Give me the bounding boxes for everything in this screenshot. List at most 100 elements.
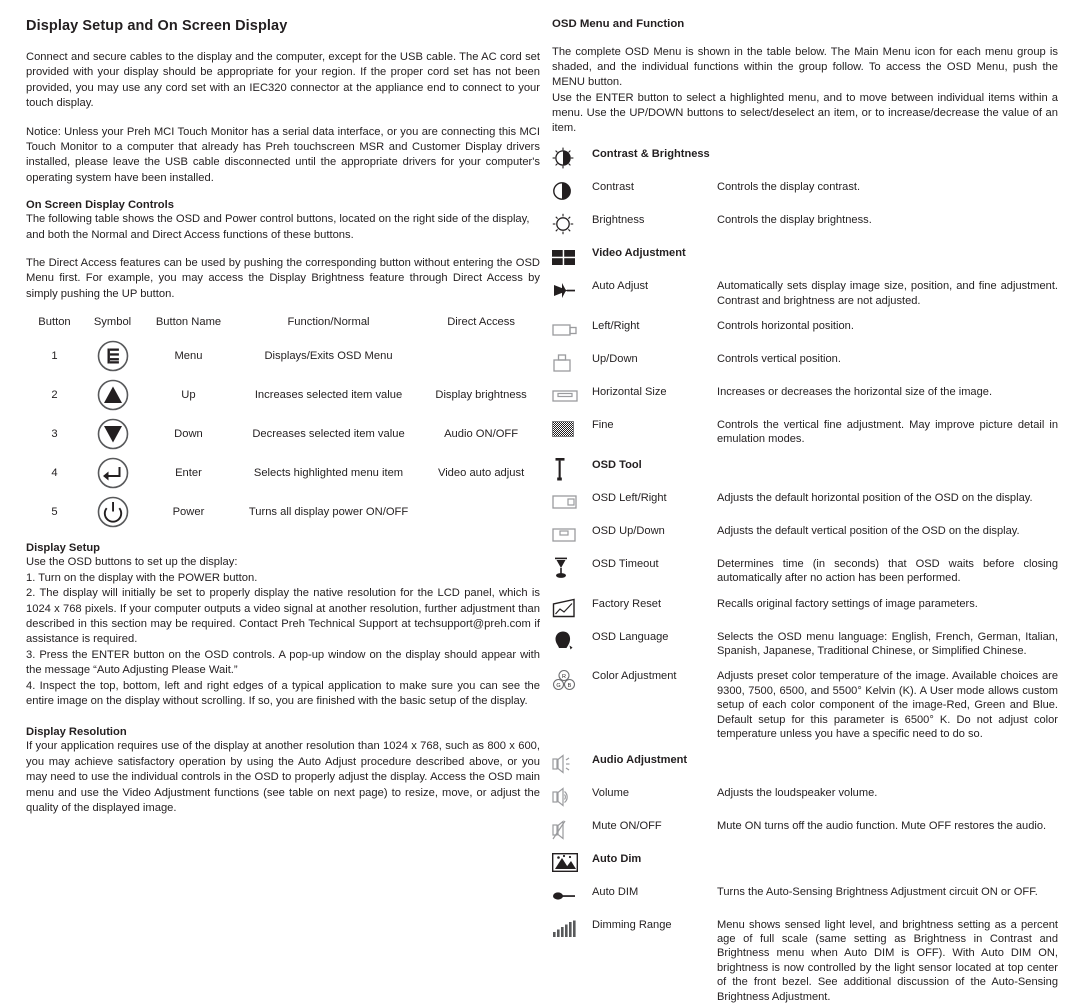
button-function: Decreases selected item value — [252, 427, 405, 440]
osd-item-row: OSD Left/Right Adjusts the default horiz… — [552, 489, 1058, 522]
up-arrow-icon — [84, 378, 141, 412]
osd-item-row: Left/Right Controls horizontal position. — [552, 317, 1058, 350]
button-name: Down — [174, 427, 203, 440]
column-header-symbol: Symbol — [93, 316, 132, 329]
osd-timeout-icon — [552, 557, 582, 579]
osd-item-description: Menu shows sensed light level, and brigh… — [717, 918, 1058, 1003]
fine-icon — [552, 418, 582, 440]
display-setup-step-3: 3. Press the ENTER button on the OSD con… — [26, 648, 540, 677]
osd-group-row: Contrast & Brightness — [552, 145, 1058, 178]
osd-item-description: Turns the Auto-Sensing Brightness Adjust… — [717, 885, 1038, 898]
osd-item-description — [717, 244, 1058, 277]
osd-item-row: Factory Reset Recalls original factory s… — [552, 595, 1058, 628]
osd-item-description: Selects the OSD menu language: English, … — [717, 630, 1058, 658]
osd-item-row: Contrast Controls the display contrast. — [552, 178, 1058, 211]
osd-item-row: Volume Adjusts the loudspeaker volume. — [552, 784, 1058, 817]
osd-item-description: Controls the vertical fine adjustment. M… — [717, 419, 1058, 446]
svg-text:R: R — [562, 674, 566, 680]
osd-item-description — [717, 456, 1058, 489]
table-row: 2 Up Increases selected item value Displ… — [26, 375, 540, 414]
table-header-row: Button Symbol Button Name Function/Norma… — [26, 315, 540, 336]
osd-controls-heading: On Screen Display Controls — [26, 199, 174, 212]
power-icon — [84, 495, 141, 529]
osd-item-description — [717, 751, 1058, 784]
display-setup-step-2: 2. The display will initially be set to … — [26, 587, 540, 646]
osd-item-row: Horizontal Size Increases or decreases t… — [552, 383, 1058, 416]
button-function: Displays/Exits OSD Menu — [264, 349, 393, 362]
display-setup-step-1: 1. Turn on the display with the POWER bu… — [26, 571, 258, 584]
osd-item-label: Contrast — [592, 181, 634, 194]
osd-item-label: Video Adjustment — [592, 247, 686, 260]
osd-item-description — [717, 850, 1058, 883]
display-resolution-heading: Display Resolution — [26, 726, 127, 739]
color-adjustment-icon: R G B — [552, 669, 582, 691]
osd-item-label: Horizontal Size — [592, 386, 667, 399]
osd-group-row: Audio Adjustment — [552, 751, 1058, 784]
osd-item-description: Increases or decreases the horizontal si… — [717, 386, 993, 399]
auto-dim-switch-icon — [552, 885, 582, 907]
column-header-direct-access: Direct Access — [447, 316, 515, 329]
osd-item-label: OSD Up/Down — [592, 524, 665, 537]
page-title: Display Setup and On Screen Display — [26, 18, 288, 34]
contrast-icon — [552, 180, 582, 202]
osd-language-icon — [552, 630, 582, 652]
table-row: 3 Down Decreases selected item value Aud… — [26, 414, 540, 453]
display-setup-step-4: 4. Inspect the top, bottom, left and rig… — [26, 679, 540, 707]
osd-item-label: Fine — [592, 419, 614, 432]
osd-group-row: OSD Tool — [552, 456, 1058, 489]
table-row: 4 Enter Selects highlighted menu item Vi… — [26, 453, 540, 492]
button-direct-access: Video auto adjust — [437, 466, 525, 479]
button-direct-access — [422, 492, 540, 531]
osd-item-label: OSD Left/Right — [592, 491, 667, 504]
svg-text:G: G — [556, 683, 560, 689]
osd-item-label: Auto Adjust — [592, 280, 649, 293]
menu-icon — [84, 339, 141, 373]
osd-item-row: OSD Language Selects the OSD menu langua… — [552, 628, 1058, 668]
osd-item-description: Controls vertical position. — [717, 353, 841, 366]
column-header-button-name: Button Name — [155, 316, 222, 329]
factory-reset-icon — [552, 597, 582, 619]
osd-item-row: R G B Color Adjustment Adjusts preset co… — [552, 667, 1058, 750]
osd-group-row: Auto Dim — [552, 850, 1058, 883]
osd-item-row: Fine Controls the vertical fine adjustme… — [552, 416, 1058, 456]
audio-adjustment-icon — [552, 753, 582, 775]
osd-item-description: Recalls original factory settings of ima… — [717, 597, 978, 610]
intro-paragraph-1: Connect and secure cables to the display… — [26, 51, 540, 110]
button-direct-access: Display brightness — [435, 388, 527, 401]
osd-controls-text: The following table shows the OSD and Po… — [26, 213, 530, 241]
button-number: 3 — [51, 427, 58, 440]
button-name: Up — [181, 388, 196, 401]
button-number: 5 — [51, 505, 58, 518]
osd-item-row: Up/Down Controls vertical position. — [552, 350, 1058, 383]
osd-menu-table: Contrast & Brightness Contrast Controls … — [552, 145, 1058, 1004]
button-number: 4 — [51, 466, 58, 479]
osd-item-row: OSD Timeout Determines time (in seconds)… — [552, 555, 1058, 595]
osd-item-row: OSD Up/Down Adjusts the default vertical… — [552, 522, 1058, 555]
volume-icon — [552, 786, 582, 808]
svg-text:B: B — [568, 683, 572, 689]
button-name: Menu — [174, 349, 203, 362]
osd-menu-title: OSD Menu and Function — [552, 18, 685, 30]
down-arrow-icon — [84, 417, 141, 451]
osd-intro-paragraph-1: The complete OSD Menu is shown in the ta… — [552, 46, 1058, 89]
osd-item-description — [717, 145, 1058, 178]
intro-paragraph-2: Notice: Unless your Preh MCI Touch Monit… — [26, 125, 540, 184]
button-direct-access: Audio ON/OFF — [444, 427, 519, 440]
display-setup-heading: Display Setup — [26, 542, 100, 555]
right-column: OSD Menu and Function The complete OSD M… — [552, 18, 1058, 1004]
left-right-icon — [552, 319, 582, 341]
osd-item-label: Color Adjustment — [592, 670, 677, 683]
osd-item-description: Controls horizontal position. — [717, 320, 854, 333]
osd-item-description: Mute ON turns off the audio function. Mu… — [717, 819, 1047, 832]
display-resolution-text: If your application requires use of the … — [26, 740, 540, 814]
table-row: 1 Menu Displays/Exits OSD Menu — [26, 336, 540, 375]
osd-item-row: Auto DIM Turns the Auto-Sensing Brightne… — [552, 883, 1058, 916]
mute-icon — [552, 819, 582, 841]
osd-item-row: Mute ON/OFF Mute ON turns off the audio … — [552, 817, 1058, 850]
dimming-range-icon — [552, 918, 582, 940]
osd-item-description: Adjusts the default horizontal position … — [717, 491, 1033, 504]
osd-item-label: OSD Language — [592, 630, 669, 643]
button-name: Enter — [175, 466, 202, 479]
osd-item-description: Controls the display contrast. — [717, 181, 861, 194]
osd-item-label: Contrast & Brightness — [592, 148, 710, 161]
